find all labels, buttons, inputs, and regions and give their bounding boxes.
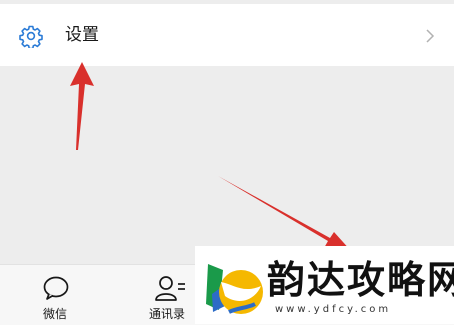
tab-chats-label: 微信 [43,307,68,321]
settings-row[interactable]: 设置 [0,4,454,66]
tab-chats[interactable]: 微信 [20,265,90,325]
settings-label: 设置 [65,25,99,45]
watermark: 韵达攻略网 www.ydfcy.com [195,246,454,324]
watermark-url: www.ydfcy.com [275,304,392,315]
watermark-logo-icon [206,264,263,314]
chat-bubble-icon [43,276,69,300]
content-background [0,66,454,264]
watermark-title: 韵达攻略网 [267,258,454,302]
chevron-right-icon [426,29,435,43]
gear-icon [19,25,43,48]
tab-contacts-label: 通讯录 [149,307,186,321]
contacts-icon [155,276,185,301]
tab-contacts[interactable]: 通讯录 [140,265,200,325]
